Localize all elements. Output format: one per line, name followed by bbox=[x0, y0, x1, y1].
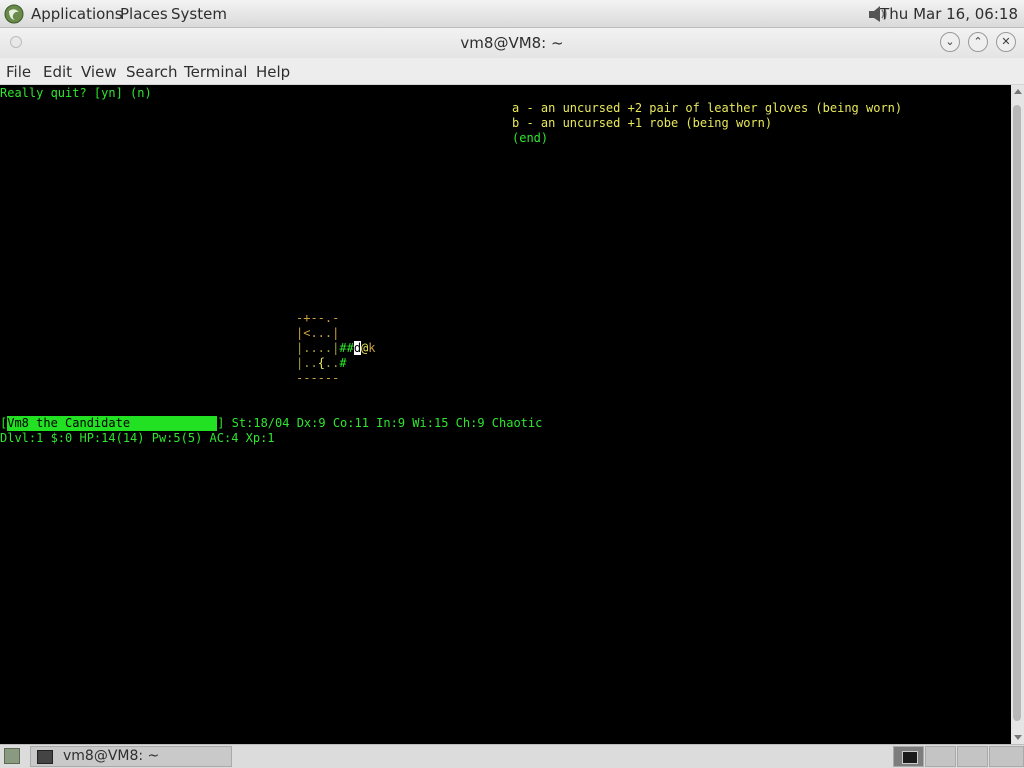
inventory-item-a: a - an uncursed +2 pair of leather glove… bbox=[512, 101, 903, 115]
menu-file[interactable]: File bbox=[6, 63, 31, 81]
applications-menu[interactable]: Applications bbox=[31, 5, 123, 23]
minimize-button[interactable]: ⌄ bbox=[940, 32, 960, 52]
workspace-4[interactable] bbox=[989, 746, 1024, 767]
top-panel: Applications Places System Thu Mar 16, 0… bbox=[0, 0, 1024, 28]
status-line-2: Dlvl:1 $:0 HP:14(14) Pw:5(5) AC:4 Xp:1 bbox=[0, 431, 275, 445]
map-row-fountain: |..{..# bbox=[296, 356, 347, 371]
terminal-menubar: File Edit View Search Terminal Help bbox=[0, 58, 1024, 85]
window-title: vm8@VM8: ~ bbox=[460, 34, 564, 52]
inventory-line-a: a - an uncursed +2 pair of leather glove… bbox=[512, 101, 902, 116]
map-row-bottom-wall: ------ bbox=[296, 371, 340, 385]
player-stats: ] St:18/04 Dx:9 Co:11 In:9 Wi:15 Ch:9 Ch… bbox=[217, 416, 543, 430]
menu-view[interactable]: View bbox=[81, 63, 117, 81]
menu-help[interactable]: Help bbox=[256, 63, 290, 81]
scroll-up-icon[interactable] bbox=[1014, 89, 1022, 94]
map-floor-b: .. bbox=[324, 356, 340, 370]
show-desktop-icon[interactable] bbox=[4, 748, 20, 764]
player-name-highlight: Vm8 the Candidate bbox=[7, 416, 218, 431]
menu-edit[interactable]: Edit bbox=[43, 63, 72, 81]
scrollbar-thumb[interactable] bbox=[1013, 105, 1021, 721]
bottom-panel: vm8@VM8: ~ bbox=[0, 744, 1024, 768]
map-row-upstairs: |<...| bbox=[296, 326, 340, 340]
map-row-player: |....|##d@k bbox=[296, 341, 376, 356]
terminal-area[interactable]: Really quit? [yn] (n) a - an uncursed +2… bbox=[0, 85, 1011, 744]
map-kobold: k bbox=[368, 341, 376, 355]
menu-terminal[interactable]: Terminal bbox=[184, 63, 247, 81]
workspace-window-icon bbox=[902, 751, 918, 764]
menu-search[interactable]: Search bbox=[126, 63, 178, 81]
terminal-icon bbox=[37, 750, 53, 764]
map-floor-a: |.. bbox=[296, 356, 318, 370]
clock[interactable]: Thu Mar 16, 06:18 bbox=[880, 5, 1018, 23]
maximize-button[interactable]: ⌃ bbox=[968, 32, 988, 52]
mate-logo-icon[interactable] bbox=[3, 3, 25, 25]
inventory-end: (end) bbox=[512, 131, 549, 145]
map-corridor: ## bbox=[339, 341, 354, 355]
map-room-floor: |....| bbox=[296, 341, 340, 355]
map-pet-dog: d bbox=[353, 341, 362, 355]
system-menu[interactable]: System bbox=[171, 5, 227, 23]
map-corridor-2: # bbox=[339, 356, 347, 370]
inventory-item-b: b - an uncursed +1 robe (being worn) bbox=[512, 116, 773, 130]
workspace-1[interactable] bbox=[893, 746, 924, 767]
map-row-top-wall: -+--.- bbox=[296, 311, 340, 325]
window-titlebar[interactable]: vm8@VM8: ~ ⌄ ⌃ ✕ bbox=[0, 28, 1024, 58]
status-bracket: [ bbox=[0, 416, 8, 430]
workspace-2[interactable] bbox=[925, 746, 956, 767]
places-menu[interactable]: Places bbox=[120, 5, 168, 23]
taskbar-label: vm8@VM8: ~ bbox=[63, 748, 160, 764]
terminal-scrollbar[interactable] bbox=[1011, 85, 1024, 744]
inventory-line-b: b - an uncursed +1 robe (being worn) bbox=[512, 116, 772, 131]
workspace-3[interactable] bbox=[957, 746, 988, 767]
scroll-down-icon[interactable] bbox=[1014, 735, 1022, 740]
quit-prompt: Really quit? [yn] (n) bbox=[0, 86, 152, 100]
taskbar-terminal-button[interactable]: vm8@VM8: ~ bbox=[30, 746, 232, 767]
close-button[interactable]: ✕ bbox=[996, 32, 1016, 52]
status-line-1: [Vm8 the Candidate] St:18/04 Dx:9 Co:11 … bbox=[0, 416, 542, 431]
map-fountain: { bbox=[317, 356, 325, 370]
